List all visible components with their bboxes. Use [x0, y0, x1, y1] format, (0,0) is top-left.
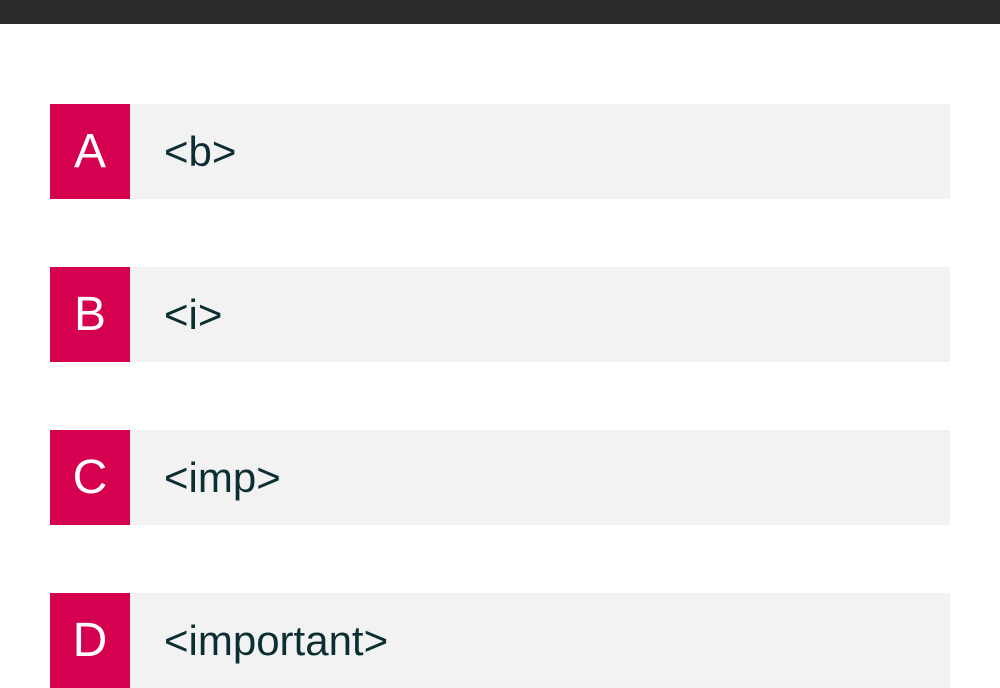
option-letter-badge: C: [50, 430, 130, 525]
option-a[interactable]: A <b>: [50, 104, 950, 199]
option-text: <important>: [130, 593, 950, 688]
option-letter-badge: A: [50, 104, 130, 199]
top-bar: [0, 0, 1000, 24]
option-letter-badge: B: [50, 267, 130, 362]
option-text: <i>: [130, 267, 950, 362]
options-list: A <b> B <i> C <imp> D <important>: [0, 24, 1000, 688]
option-text: <b>: [130, 104, 950, 199]
option-b[interactable]: B <i>: [50, 267, 950, 362]
option-letter-badge: D: [50, 593, 130, 688]
option-d[interactable]: D <important>: [50, 593, 950, 688]
option-c[interactable]: C <imp>: [50, 430, 950, 525]
option-text: <imp>: [130, 430, 950, 525]
